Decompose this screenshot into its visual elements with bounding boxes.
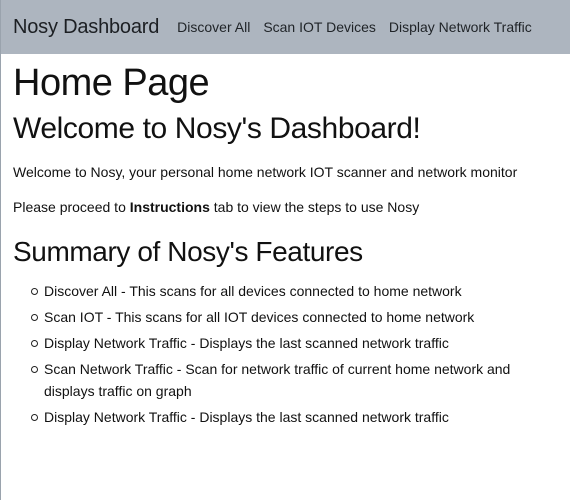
- nav-link-display-network-traffic[interactable]: Display Network Traffic: [389, 19, 532, 35]
- nav-link-scan-iot-devices[interactable]: Scan IOT Devices: [263, 19, 376, 35]
- feature-text: Scan Network Traffic - Scan for network …: [44, 361, 511, 399]
- feature-item: Discover All - This scans for all device…: [31, 280, 560, 302]
- main-content: Home Page Welcome to Nosy's Dashboard! W…: [1, 60, 570, 428]
- feature-text: Display Network Traffic - Displays the l…: [44, 409, 449, 425]
- feature-text: Display Network Traffic - Displays the l…: [44, 335, 449, 351]
- intro-paragraph: Welcome to Nosy, your personal home netw…: [13, 164, 518, 180]
- feature-item: Display Network Traffic - Displays the l…: [31, 332, 560, 354]
- circle-bullet-icon: [31, 314, 38, 321]
- brand-link[interactable]: Nosy Dashboard: [13, 16, 159, 39]
- instructions-paragraph: Please proceed to Instructions tab to vi…: [13, 197, 560, 217]
- app-window: Nosy Dashboard Discover All Scan IOT Dev…: [0, 0, 570, 500]
- page-title: Home Page: [13, 62, 210, 104]
- circle-bullet-icon: [31, 340, 38, 347]
- feature-item: Scan Network Traffic - Scan for network …: [31, 358, 560, 402]
- circle-bullet-icon: [31, 414, 38, 421]
- instructions-suffix: tab to view the steps to use Nosy: [209, 199, 420, 215]
- nav-link-discover-all[interactable]: Discover All: [177, 19, 250, 35]
- feature-item: Scan IOT - This scans for all IOT device…: [31, 306, 560, 328]
- summary-heading: Summary of Nosy's Features: [13, 236, 363, 267]
- welcome-heading: Welcome to Nosy's Dashboard!: [13, 112, 421, 145]
- top-navbar: Nosy Dashboard Discover All Scan IOT Dev…: [1, 0, 570, 54]
- circle-bullet-icon: [31, 288, 38, 295]
- instructions-emphasis: Instructions: [129, 199, 210, 215]
- instructions-prefix: Please proceed to: [13, 199, 130, 215]
- feature-item: Display Network Traffic - Displays the l…: [31, 406, 560, 428]
- circle-bullet-icon: [31, 366, 38, 373]
- feature-text: Discover All - This scans for all device…: [44, 283, 462, 299]
- feature-text: Scan IOT - This scans for all IOT device…: [44, 309, 475, 325]
- features-list: Discover All - This scans for all device…: [13, 280, 560, 428]
